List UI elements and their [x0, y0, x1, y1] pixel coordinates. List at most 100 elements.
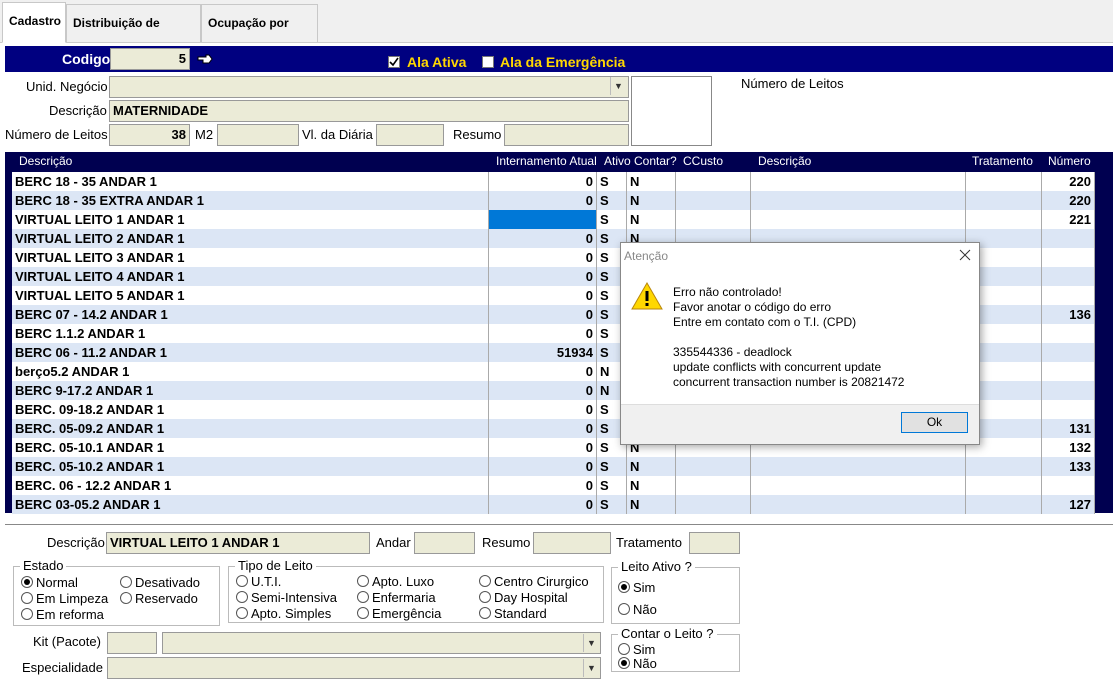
- cell-descricao[interactable]: berço5.2 ANDAR 1: [12, 362, 489, 381]
- cell-contar[interactable]: N: [627, 191, 676, 210]
- cell-numero[interactable]: 220: [1042, 191, 1095, 210]
- num-leitos-field[interactable]: 38: [109, 124, 190, 146]
- cell-ccusto[interactable]: [676, 191, 751, 210]
- unid-negocio-select[interactable]: [109, 76, 629, 98]
- cell-intern[interactable]: 0: [489, 172, 597, 191]
- cell-numero[interactable]: [1042, 324, 1095, 343]
- cell-intern[interactable]: 0: [489, 381, 597, 400]
- table-row[interactable]: VIRTUAL LEITO 1 ANDAR 1 S N 221: [12, 210, 1095, 229]
- chevron-down-icon[interactable]: ▼: [610, 77, 626, 95]
- cell-descricao[interactable]: VIRTUAL LEITO 3 ANDAR 1: [12, 248, 489, 267]
- cell-numero[interactable]: [1042, 381, 1095, 400]
- col-numero[interactable]: Número: [1048, 152, 1091, 171]
- cell-ccusto[interactable]: [676, 476, 751, 495]
- cell-numero[interactable]: [1042, 267, 1095, 286]
- kit-code-field[interactable]: [107, 632, 157, 654]
- cell-numero[interactable]: 220: [1042, 172, 1095, 191]
- table-row[interactable]: BERC. 05-10.2 ANDAR 1 0 S N 133: [12, 457, 1095, 476]
- m2-field[interactable]: [217, 124, 299, 146]
- col-descricao-ccusto[interactable]: Descrição: [758, 152, 811, 171]
- cell-numero[interactable]: [1042, 286, 1095, 305]
- cell-descricao[interactable]: BERC. 05-10.1 ANDAR 1: [12, 438, 489, 457]
- tipo-emergencia-option[interactable]: Emergência: [357, 606, 441, 621]
- cell-intern[interactable]: 0: [489, 400, 597, 419]
- cell-desc2[interactable]: [751, 457, 966, 476]
- cell-trat[interactable]: [966, 191, 1042, 210]
- cell-numero[interactable]: 221: [1042, 210, 1095, 229]
- cell-numero[interactable]: [1042, 248, 1095, 267]
- cell-numero[interactable]: 127: [1042, 495, 1095, 514]
- tipo-standard-option[interactable]: Standard: [479, 606, 547, 621]
- cell-descricao[interactable]: BERC 03-05.2 ANDAR 1: [12, 495, 489, 514]
- cell-ccusto[interactable]: [676, 495, 751, 514]
- cell-intern[interactable]: 51934: [489, 343, 597, 362]
- cell-contar[interactable]: N: [627, 476, 676, 495]
- cell-desc2[interactable]: [751, 191, 966, 210]
- table-row[interactable]: BERC 18 - 35 ANDAR 1 0 S N 220: [12, 172, 1095, 191]
- cell-descricao[interactable]: VIRTUAL LEITO 1 ANDAR 1: [12, 210, 489, 229]
- cell-contar[interactable]: N: [627, 172, 676, 191]
- cell-numero[interactable]: [1042, 400, 1095, 419]
- cell-contar[interactable]: N: [627, 210, 676, 229]
- chevron-down-icon[interactable]: ▼: [583, 634, 599, 652]
- cell-intern[interactable]: 0: [489, 229, 597, 248]
- cell-descricao[interactable]: BERC. 09-18.2 ANDAR 1: [12, 400, 489, 419]
- cell-numero[interactable]: [1042, 229, 1095, 248]
- tipo-enfermaria-option[interactable]: Enfermaria: [357, 590, 436, 605]
- cell-intern[interactable]: 0: [489, 419, 597, 438]
- cell-descricao[interactable]: BERC 18 - 35 ANDAR 1: [12, 172, 489, 191]
- cell-intern[interactable]: 0: [489, 248, 597, 267]
- cell-intern[interactable]: 0: [489, 191, 597, 210]
- kit-select[interactable]: ▼: [162, 632, 601, 654]
- cell-intern[interactable]: 0: [489, 457, 597, 476]
- cell-numero[interactable]: [1042, 343, 1095, 362]
- cell-desc2[interactable]: [751, 476, 966, 495]
- chevron-down-icon[interactable]: ▼: [583, 659, 599, 677]
- cell-contar[interactable]: N: [627, 495, 676, 514]
- leito-ativo-sim-option[interactable]: Sim: [618, 580, 655, 595]
- table-row[interactable]: BERC 03-05.2 ANDAR 1 0 S N 127: [12, 495, 1095, 514]
- resumo-field[interactable]: [504, 124, 629, 146]
- cell-intern[interactable]: [489, 210, 597, 229]
- col-ativo[interactable]: Ativo: [604, 152, 631, 171]
- estado-desativado-option[interactable]: Desativado: [120, 575, 200, 590]
- contar-nao-option[interactable]: Não: [618, 656, 657, 671]
- cell-trat[interactable]: [966, 172, 1042, 191]
- estado-normal-option[interactable]: Normal: [21, 575, 78, 590]
- cell-intern[interactable]: 0: [489, 495, 597, 514]
- cell-descricao[interactable]: BERC 18 - 35 EXTRA ANDAR 1: [12, 191, 489, 210]
- cell-trat[interactable]: [966, 210, 1042, 229]
- col-tratamento[interactable]: Tratamento: [972, 152, 1033, 171]
- tipo-uti-option[interactable]: U.T.I.: [236, 574, 281, 589]
- cell-ativo[interactable]: S: [597, 210, 627, 229]
- cell-desc2[interactable]: [751, 172, 966, 191]
- cell-intern[interactable]: 0: [489, 324, 597, 343]
- cell-descricao[interactable]: BERC. 05-10.2 ANDAR 1: [12, 457, 489, 476]
- cell-intern[interactable]: 0: [489, 305, 597, 324]
- table-row[interactable]: BERC. 06 - 12.2 ANDAR 10SN: [12, 476, 1095, 495]
- vl-diaria-field[interactable]: [376, 124, 444, 146]
- detail-resumo-field[interactable]: [533, 532, 611, 554]
- cell-trat[interactable]: [966, 476, 1042, 495]
- cell-ativo[interactable]: S: [597, 495, 627, 514]
- cell-intern[interactable]: 0: [489, 267, 597, 286]
- tipo-apto-luxo-option[interactable]: Apto. Luxo: [357, 574, 434, 589]
- detail-descricao-field[interactable]: VIRTUAL LEITO 1 ANDAR 1: [106, 532, 370, 554]
- cell-intern[interactable]: 0: [489, 438, 597, 457]
- ok-button[interactable]: Ok: [901, 412, 968, 433]
- col-internamento[interactable]: Internamento Atual: [496, 152, 597, 171]
- cell-descricao[interactable]: BERC 06 - 11.2 ANDAR 1: [12, 343, 489, 362]
- close-icon[interactable]: [958, 248, 972, 262]
- cell-numero[interactable]: 136: [1042, 305, 1095, 324]
- pointer-hand-icon[interactable]: [197, 53, 213, 65]
- codigo-field[interactable]: 5: [110, 48, 190, 70]
- cell-numero[interactable]: 131: [1042, 419, 1095, 438]
- cell-numero[interactable]: [1042, 362, 1095, 381]
- col-ccusto[interactable]: CCusto: [683, 152, 723, 171]
- cell-intern[interactable]: 0: [489, 476, 597, 495]
- col-descricao[interactable]: Descrição: [19, 152, 72, 171]
- tab-cadastro[interactable]: Cadastro: [2, 2, 66, 43]
- cell-descricao[interactable]: BERC 07 - 14.2 ANDAR 1: [12, 305, 489, 324]
- cell-contar[interactable]: N: [627, 457, 676, 476]
- cell-descricao[interactable]: VIRTUAL LEITO 2 ANDAR 1: [12, 229, 489, 248]
